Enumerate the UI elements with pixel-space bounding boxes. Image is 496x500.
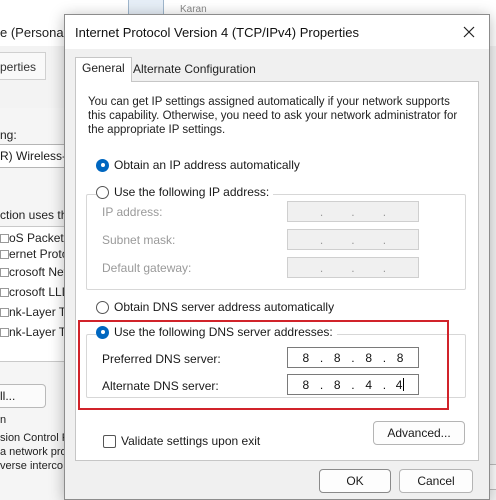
close-icon: [463, 26, 475, 38]
ip-manual-label: Use the following IP address:: [114, 185, 270, 199]
advanced-button[interactable]: Advanced...: [373, 421, 465, 445]
radio-button-selected[interactable]: [96, 158, 109, 172]
ip-auto-label: Obtain an IP address automatically: [114, 158, 300, 172]
description-line: a network pro: [0, 446, 67, 458]
subnet-mask-field: ...: [287, 229, 419, 250]
general-tab-panel: You can get IP settings assigned automat…: [75, 81, 479, 461]
dns-auto-option[interactable]: Obtain DNS server address automatically: [96, 300, 334, 314]
dialog-title: Internet Protocol Version 4 (TCP/IPv4) P…: [75, 25, 359, 40]
background-tab-properties[interactable]: perties: [0, 52, 46, 80]
cancel-button[interactable]: Cancel: [399, 469, 473, 493]
ip-address-label: IP address:: [102, 205, 163, 219]
alternate-dns-field[interactable]: 8. 8. 4. 4: [287, 374, 419, 395]
radio-button[interactable]: [96, 185, 109, 199]
alternate-dns-label: Alternate DNS server:: [102, 379, 219, 393]
tab-general[interactable]: General: [75, 57, 132, 82]
dns-auto-label: Obtain DNS server address automatically: [114, 300, 335, 314]
ok-button[interactable]: OK: [319, 469, 391, 493]
close-button[interactable]: [449, 15, 489, 49]
preferred-dns-label: Preferred DNS server:: [102, 352, 221, 366]
adapter-name-field: R) Wireless-A: [0, 144, 74, 168]
dns-manual-option[interactable]: Use the following DNS server addresses:: [96, 325, 337, 339]
default-gateway-label: Default gateway:: [102, 261, 192, 275]
checkbox-icon: [0, 328, 9, 337]
subnet-mask-label: Subnet mask:: [102, 233, 176, 247]
checkbox-icon: [0, 288, 9, 297]
radio-button-selected[interactable]: [96, 325, 109, 339]
preferred-dns-field[interactable]: 8. 8. 8. 8: [287, 347, 419, 368]
checkbox-icon: [0, 268, 9, 277]
checkbox-icon: [0, 308, 9, 317]
default-gateway-field: ...: [287, 257, 419, 278]
connection-uses-label: ction uses the: [0, 208, 75, 222]
validate-checkbox[interactable]: [103, 434, 116, 448]
text-cursor: [403, 377, 405, 391]
dns-manual-label: Use the following DNS server addresses:: [114, 325, 333, 339]
install-button-label: ll...: [0, 389, 16, 403]
adapter-name: R) Wireless-A: [0, 149, 74, 163]
description-heading: n: [0, 414, 7, 426]
description-line: sion Control F: [0, 432, 69, 444]
ip-address-field: ...: [287, 201, 419, 222]
radio-button[interactable]: [96, 300, 109, 314]
ip-auto-option[interactable]: Obtain an IP address automatically: [96, 158, 300, 172]
ip-manual-option[interactable]: Use the following IP address:: [96, 185, 274, 199]
checkbox-icon: [0, 234, 9, 243]
ipv4-properties-dialog: Internet Protocol Version 4 (TCP/IPv4) P…: [64, 14, 490, 500]
background-window-title: e (Personal: [0, 25, 67, 40]
install-button[interactable]: ll...: [0, 384, 46, 408]
background-tab-label: perties: [0, 60, 37, 74]
validate-settings-option[interactable]: Validate settings upon exit: [103, 434, 260, 448]
dialog-description: You can get IP settings assigned automat…: [88, 96, 458, 136]
checkbox-icon: [0, 250, 9, 259]
description-line: verse interco: [0, 460, 63, 472]
dialog-titlebar: Internet Protocol Version 4 (TCP/IPv4) P…: [65, 15, 489, 49]
connect-using-label: ng:: [0, 128, 17, 142]
components-list[interactable]: oS Packet Sc ernet Protoco crosoft Netwo…: [0, 226, 85, 362]
tab-alternate-configuration[interactable]: Alternate Configuration: [127, 59, 262, 81]
validate-label: Validate settings upon exit: [121, 434, 261, 448]
